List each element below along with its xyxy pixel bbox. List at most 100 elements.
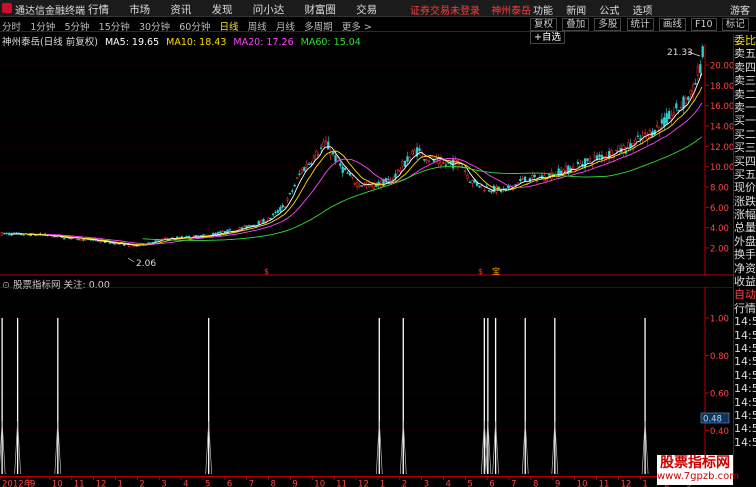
date-tick-label: 4 bbox=[183, 480, 188, 487]
overlay-button[interactable]: 叠加 bbox=[562, 18, 590, 31]
candle-body bbox=[15, 232, 18, 234]
side-panel-item: 卖四 bbox=[734, 60, 756, 74]
candle-body bbox=[444, 164, 448, 166]
indicator-chart[interactable]: 1.000.800.600.400.20 0.48 bbox=[0, 287, 733, 475]
menu-item-options[interactable]: 选项 bbox=[633, 2, 653, 17]
candle-body bbox=[403, 160, 407, 167]
candle-body bbox=[639, 138, 642, 140]
candles bbox=[0, 44, 704, 248]
candle-body bbox=[463, 170, 467, 173]
mark-button[interactable]: 标记 bbox=[721, 18, 749, 31]
multi-stock-button[interactable]: 多股 bbox=[594, 18, 622, 31]
side-panel-item: 收益 bbox=[734, 275, 756, 289]
date-tick-label: 6 bbox=[489, 480, 494, 487]
menu-item-ask[interactable]: 问小达 bbox=[253, 2, 285, 17]
candle-body bbox=[581, 164, 584, 166]
tab-60min[interactable]: 60分钟 bbox=[179, 19, 210, 33]
candle-body bbox=[269, 217, 272, 220]
info-marker[interactable]: 宝 bbox=[492, 266, 500, 276]
candle-body bbox=[684, 98, 688, 104]
candle-body bbox=[499, 190, 503, 193]
login-status[interactable]: 证券交易未登录 bbox=[410, 6, 480, 17]
candle-body bbox=[300, 169, 304, 173]
side-panel-item: 净资 bbox=[734, 261, 756, 275]
date-axis: 2012年9 10 11 12 1 2 3 4 5 6 7 8 9 10 11 12 1 2 3 4 5 6 7 8 9 10 11… bbox=[0, 476, 733, 487]
candle-body bbox=[298, 173, 301, 175]
date-tick-label: 11 bbox=[336, 480, 347, 487]
candle-body bbox=[154, 240, 157, 242]
candle-body bbox=[370, 184, 373, 187]
side-panel-item: 买三 bbox=[734, 141, 756, 155]
menu-item-trade[interactable]: 交易 bbox=[356, 2, 377, 17]
side-panel-item: 卖五 bbox=[734, 47, 756, 61]
candle-body bbox=[341, 166, 344, 173]
tab-monthly[interactable]: 月线 bbox=[276, 19, 295, 33]
candle-body bbox=[360, 185, 364, 187]
date-tick-label: 10 bbox=[314, 480, 325, 487]
tab-more[interactable]: 更多 > bbox=[342, 19, 372, 33]
menu-item-formula[interactable]: 公式 bbox=[599, 2, 619, 17]
menu-item-markets[interactable]: 市场 bbox=[129, 2, 150, 17]
tab-multi-period[interactable]: 多周期 bbox=[304, 19, 333, 33]
candle-body bbox=[432, 159, 436, 162]
date-tick-label: 5 bbox=[205, 480, 210, 487]
candle-body bbox=[329, 152, 332, 156]
tab-1min[interactable]: 1分钟 bbox=[30, 19, 55, 33]
tab-timeshare[interactable]: 分时 bbox=[2, 19, 21, 33]
date-tick-label: 3 bbox=[424, 480, 429, 487]
date-tick-label: 7 bbox=[249, 480, 254, 487]
tab-15min[interactable]: 15分钟 bbox=[99, 19, 130, 33]
candle-body bbox=[214, 233, 217, 235]
restore-rights-button[interactable]: 复权 bbox=[530, 18, 558, 31]
candle-body bbox=[413, 150, 416, 157]
candle-body bbox=[221, 230, 224, 233]
statistics-button[interactable]: 统计 bbox=[626, 18, 654, 31]
side-panel-item: 14:50 bbox=[734, 328, 756, 342]
current-stock-name: 神州泰岳 bbox=[491, 6, 532, 17]
tab-daily[interactable]: 日线 bbox=[220, 19, 239, 33]
menu-item-wealth[interactable]: 财富圈 bbox=[304, 2, 336, 17]
add-watchlist-button[interactable]: +自选 bbox=[530, 31, 565, 44]
f10-button[interactable]: F10 bbox=[691, 18, 717, 31]
candle-body bbox=[411, 150, 414, 155]
price-tick-label: 6.00 bbox=[710, 204, 729, 214]
candle-body bbox=[305, 163, 308, 168]
period-tabs: 分时 1分钟 5分钟 15分钟 30分钟 60分钟 日线 周线 月线 多周期 更… bbox=[2, 19, 378, 33]
candlestick-chart[interactable]: 20.00 18.00 16.00 14.00 12.00 10.00 8.00 6.00 4.… bbox=[0, 44, 733, 276]
menu-item-discover[interactable]: 发现 bbox=[212, 2, 233, 17]
menu-item-market[interactable]: 行情 bbox=[88, 2, 109, 17]
candle-body bbox=[327, 141, 330, 150]
candle-body bbox=[228, 229, 232, 231]
candle-body bbox=[310, 163, 313, 165]
side-panel-item: 现价 bbox=[734, 181, 756, 195]
candle-body bbox=[319, 147, 323, 149]
candle-body bbox=[425, 159, 428, 162]
dividend-marker-2[interactable]: $ bbox=[478, 267, 483, 276]
candle-body bbox=[643, 132, 647, 135]
candle-body bbox=[694, 83, 697, 85]
side-panel-item: 卖三 bbox=[734, 74, 756, 88]
candle-body bbox=[259, 220, 263, 223]
candle-body bbox=[466, 174, 469, 179]
guest-user[interactable]: 游客 bbox=[730, 2, 750, 17]
candle-body bbox=[672, 111, 676, 115]
menu-item-news[interactable]: 资讯 bbox=[170, 2, 191, 17]
watermark-title: 股票指标网 bbox=[660, 455, 730, 471]
side-panel-item: 总量 bbox=[734, 221, 756, 235]
tab-weekly[interactable]: 周线 bbox=[248, 19, 267, 33]
ma5-line bbox=[10, 73, 703, 246]
side-panel-item: 14:50 bbox=[734, 422, 756, 436]
draw-line-button[interactable]: 画线 bbox=[658, 18, 686, 31]
menu-item-function[interactable]: 功能 bbox=[533, 2, 553, 17]
candle-body bbox=[667, 110, 671, 120]
candle-body bbox=[663, 117, 666, 127]
tab-30min[interactable]: 30分钟 bbox=[139, 19, 170, 33]
indicator-axis: 1.000.800.600.400.20 bbox=[710, 315, 729, 475]
candle-body bbox=[204, 234, 208, 237]
menu-item-newsfeed[interactable]: 新闻 bbox=[566, 2, 586, 17]
dividend-marker-1[interactable]: $ bbox=[264, 267, 269, 276]
tab-5min[interactable]: 5分钟 bbox=[64, 19, 89, 33]
price-axis: 20.00 18.00 16.00 14.00 12.00 10.00 8.00 6.00 4.… bbox=[710, 62, 733, 255]
date-tick-label: 8 bbox=[271, 480, 276, 487]
side-panel-item: 14:50 bbox=[734, 368, 756, 382]
